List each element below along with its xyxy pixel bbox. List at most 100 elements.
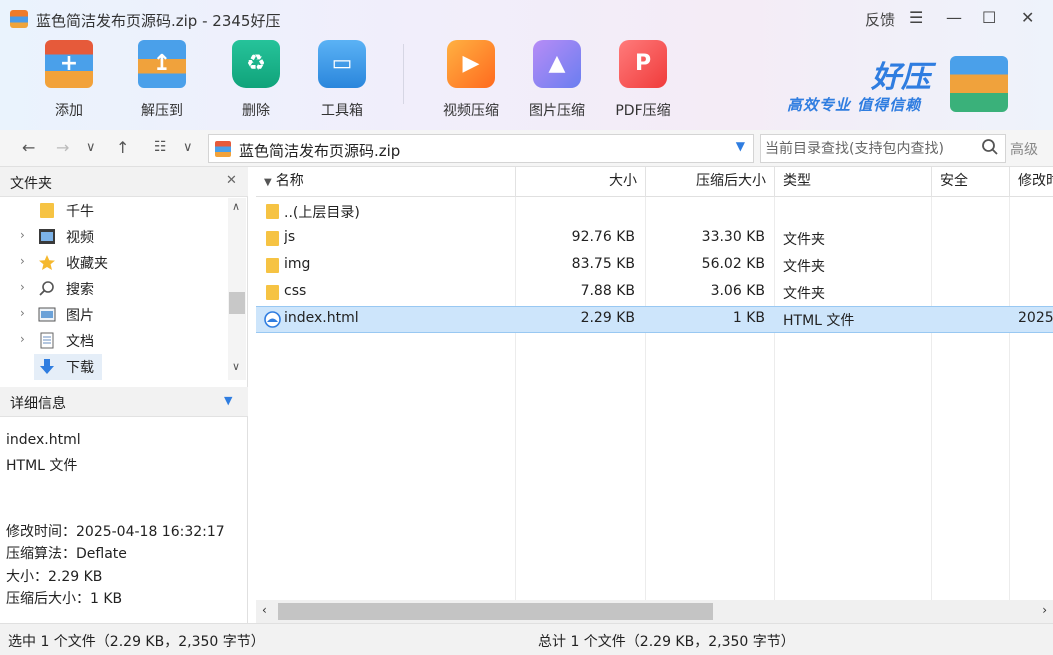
file-name: index.html xyxy=(284,310,359,326)
expand-chevron-icon[interactable]: › xyxy=(20,280,25,294)
column-size[interactable]: 大小 xyxy=(516,167,646,197)
file-size: 83.75 KB xyxy=(571,256,635,272)
up-arrow-icon[interactable]: ↑ xyxy=(116,138,129,157)
tree-item-video[interactable]: › 视频 xyxy=(0,224,228,250)
column-modified[interactable]: 修改时 xyxy=(1010,167,1053,197)
minimize-button[interactable]: — xyxy=(946,8,962,27)
table-row[interactable]: js 92.76 KB 33.30 KB 文件夹 xyxy=(256,225,1053,252)
path-text: 蓝色简洁发布页源码.zip xyxy=(239,142,401,160)
detail-modified: 修改时间：2025-04-18 16:32:17 xyxy=(6,524,225,540)
toolbox-icon: ▭ xyxy=(318,40,366,88)
scroll-left-icon[interactable]: ‹ xyxy=(262,603,267,617)
forward-arrow-icon[interactable]: → xyxy=(56,138,69,157)
app-icon xyxy=(10,10,28,28)
add-button[interactable]: + 添加 xyxy=(34,40,104,124)
horizontal-scrollbar[interactable]: ‹ › xyxy=(256,600,1053,623)
file-packed-size: 33.30 KB xyxy=(701,229,765,245)
path-field[interactable]: 蓝色简洁发布页源码.zip ▼ xyxy=(208,134,754,163)
column-type[interactable]: 类型 xyxy=(775,167,932,197)
detail-method: 压缩算法：Deflate xyxy=(6,546,127,562)
table-row[interactable]: ..(上层目录) xyxy=(256,198,1053,225)
detail-name: index.html xyxy=(6,432,81,448)
maximize-button[interactable]: ☐ xyxy=(982,8,996,27)
brand-slogan: 高效专业 值得信赖 xyxy=(787,96,922,114)
tree-item-pictures[interactable]: › 图片 xyxy=(0,302,228,328)
tree-item-downloads[interactable]: 下载 xyxy=(0,354,228,380)
expand-chevron-icon[interactable]: › xyxy=(20,254,25,268)
view-mode-chevron-icon[interactable]: ∨ xyxy=(183,140,193,155)
extract-button[interactable]: ↥ 解压到 xyxy=(127,40,197,124)
back-arrow-icon[interactable]: ← xyxy=(22,138,35,157)
folder-panel-title: 文件夹 xyxy=(10,176,52,192)
scroll-thumb[interactable] xyxy=(229,292,245,314)
file-packed-size: 3.06 KB xyxy=(710,283,765,299)
folder-icon xyxy=(266,204,279,219)
history-chevron-icon[interactable]: ∨ xyxy=(86,140,96,155)
table-row[interactable]: img 83.75 KB 56.02 KB 文件夹 xyxy=(256,252,1053,279)
table-row-selected[interactable]: index.html 2.29 KB 1 KB HTML 文件 2025 xyxy=(256,306,1053,333)
file-size: 92.76 KB xyxy=(571,229,635,245)
close-panel-icon[interactable]: ✕ xyxy=(226,173,237,188)
scroll-up-icon[interactable]: ∧ xyxy=(232,200,240,213)
tree-item-label: 收藏夹 xyxy=(66,256,108,272)
tree-item-label: 下载 xyxy=(66,360,94,376)
menu-icon[interactable]: ☰ xyxy=(909,8,923,27)
archive-icon xyxy=(215,141,231,157)
folder-tree-scrollbar[interactable]: ∧ ∨ xyxy=(228,198,246,380)
pdf-compress-button[interactable]: P PDF压缩 xyxy=(608,40,678,124)
expand-chevron-icon[interactable]: › xyxy=(20,332,25,346)
toolbox-button[interactable]: ▭ 工具箱 xyxy=(307,40,377,124)
column-packed-size[interactable]: 压缩后大小 xyxy=(646,167,775,197)
column-header: ▼名称 大小 压缩后大小 类型 安全 修改时 xyxy=(256,167,1053,197)
expand-chevron-icon[interactable]: › xyxy=(20,306,25,320)
scroll-thumb[interactable] xyxy=(278,603,713,620)
delete-button[interactable]: ♻ 删除 xyxy=(221,40,291,124)
left-panel: 文件夹 ✕ 千牛 › 视频 › 收藏夹 › 搜索 › 图片 › 文档 下载 ∧ … xyxy=(0,167,248,623)
advanced-search-button[interactable]: 高级 xyxy=(1010,139,1038,159)
folder-icon xyxy=(40,203,54,218)
brand: 好压 高效专业 值得信赖 xyxy=(785,52,1015,116)
file-size: 7.88 KB xyxy=(580,283,635,299)
file-type: 文件夹 xyxy=(783,259,825,275)
file-modified: 2025 xyxy=(1018,310,1053,326)
video-folder-icon xyxy=(39,229,55,244)
expand-chevron-icon[interactable]: › xyxy=(20,228,25,242)
file-size: 2.29 KB xyxy=(580,310,635,326)
feedback-button[interactable]: 反馈 xyxy=(865,9,895,30)
view-mode-icon[interactable]: ☷ xyxy=(154,139,167,155)
recycle-bin-icon: ♻ xyxy=(232,40,280,88)
collapse-chevron-icon[interactable]: ▼ xyxy=(224,394,232,407)
download-icon xyxy=(40,359,54,374)
column-name-label: 名称 xyxy=(275,173,304,189)
sort-arrow-icon: ▼ xyxy=(264,177,272,188)
tree-item-documents[interactable]: › 文档 xyxy=(0,328,228,354)
file-packed-size: 1 KB xyxy=(732,310,765,326)
folder-icon xyxy=(266,231,279,246)
tree-item-qianniu[interactable]: 千牛 xyxy=(0,198,228,224)
image-compress-button[interactable]: ▲ 图片压缩 xyxy=(522,40,592,124)
brand-name: 好压 xyxy=(871,60,931,95)
close-button[interactable]: ✕ xyxy=(1021,8,1034,27)
scroll-right-icon[interactable]: › xyxy=(1042,603,1047,617)
title-bar: 蓝色简洁发布页源码.zip - 2345好压 反馈 ☰ — ☐ ✕ xyxy=(0,0,1053,36)
column-security[interactable]: 安全 xyxy=(932,167,1010,197)
delete-label: 删除 xyxy=(242,103,270,119)
scroll-down-icon[interactable]: ∨ xyxy=(232,360,240,373)
video-compress-button[interactable]: ▶ 视频压缩 xyxy=(436,40,506,124)
column-name[interactable]: ▼ 名称 xyxy=(256,167,516,197)
tree-item-search[interactable]: › 搜索 xyxy=(0,276,228,302)
file-name: ..(上层目录) xyxy=(284,205,360,221)
archive-extract-icon: ↥ xyxy=(138,40,186,88)
tree-item-label: 搜索 xyxy=(66,282,94,298)
tree-item-favorites[interactable]: › 收藏夹 xyxy=(0,250,228,276)
file-packed-size: 56.02 KB xyxy=(701,256,765,272)
search-input[interactable] xyxy=(765,138,975,159)
table-row[interactable]: css 7.88 KB 3.06 KB 文件夹 xyxy=(256,279,1053,306)
add-label: 添加 xyxy=(55,103,83,119)
tree-item-label: 图片 xyxy=(66,308,94,324)
toolbar-divider xyxy=(403,44,404,104)
search-icon[interactable] xyxy=(981,138,999,156)
video-compress-label: 视频压缩 xyxy=(443,103,499,119)
details-panel-header[interactable]: 详细信息 ▼ xyxy=(0,387,248,417)
path-dropdown-icon[interactable]: ▼ xyxy=(736,139,745,153)
